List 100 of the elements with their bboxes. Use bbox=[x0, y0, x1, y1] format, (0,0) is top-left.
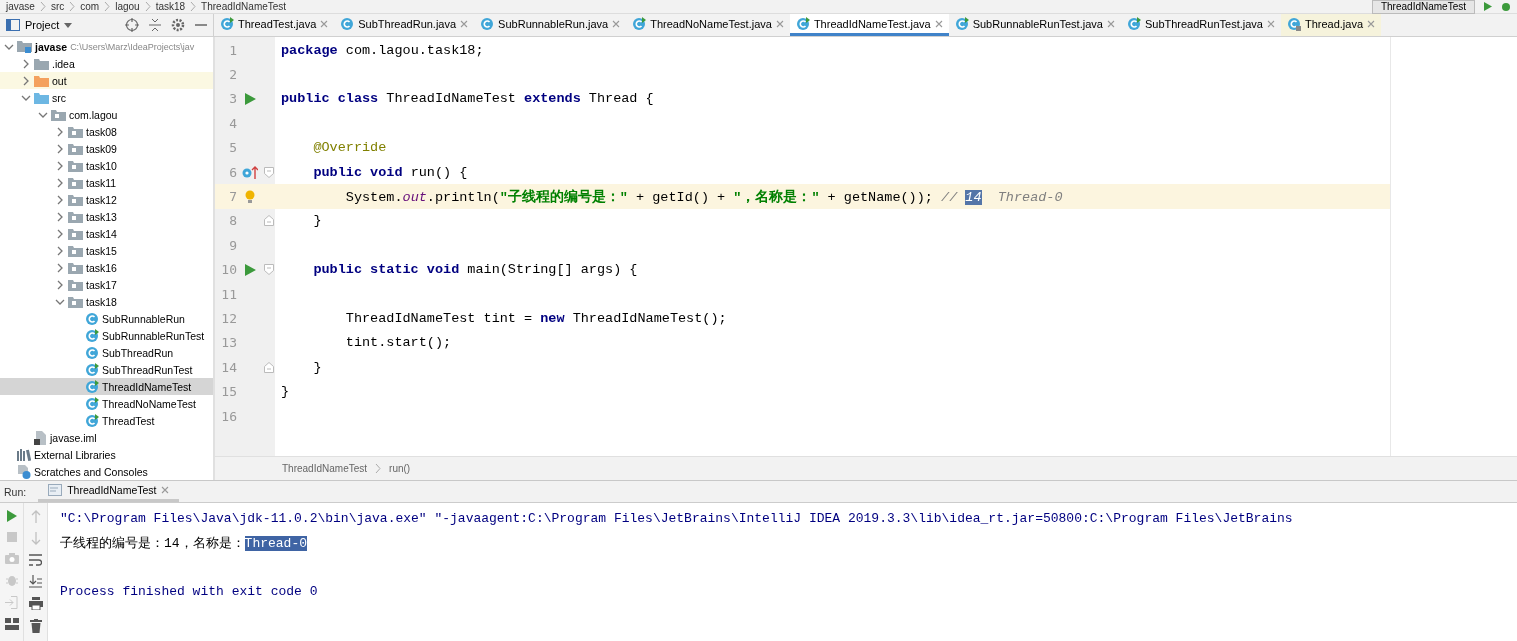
folder-icon bbox=[34, 74, 49, 87]
line-number: 12 bbox=[220, 311, 237, 326]
tree-item[interactable]: task14 bbox=[0, 225, 213, 242]
editor-tab[interactable]: SubThreadRun.java bbox=[334, 14, 475, 36]
breadcrumb-item[interactable]: ThreadIdNameTest bbox=[201, 0, 287, 13]
target-icon[interactable] bbox=[125, 18, 139, 32]
package-icon bbox=[68, 261, 83, 274]
close-icon[interactable] bbox=[320, 19, 329, 28]
editor-tab[interactable]: Thread.java bbox=[1280, 14, 1382, 36]
tree-item[interactable]: out bbox=[0, 72, 213, 89]
debug-icon[interactable] bbox=[1501, 2, 1511, 11]
close-icon[interactable] bbox=[161, 486, 170, 494]
editor-tab[interactable]: ThreadNoNameTest.java bbox=[626, 14, 790, 36]
tree-item[interactable]: Scratches and Consoles bbox=[0, 463, 213, 480]
down-arrow-icon[interactable] bbox=[30, 532, 41, 545]
package-icon bbox=[68, 278, 83, 291]
panel-icon bbox=[6, 19, 20, 31]
editor-tab[interactable]: SubRunnableRun.java bbox=[474, 14, 627, 36]
bulb-icon[interactable] bbox=[245, 189, 255, 204]
tree-item[interactable]: ThreadNoNameTest bbox=[0, 395, 213, 412]
tree-item[interactable]: task15 bbox=[0, 242, 213, 259]
trash-icon[interactable] bbox=[29, 619, 42, 633]
close-icon[interactable] bbox=[460, 19, 469, 28]
print-icon[interactable] bbox=[28, 597, 43, 610]
package-icon bbox=[68, 210, 83, 223]
separator-icon bbox=[375, 464, 382, 473]
run-icon[interactable] bbox=[244, 263, 256, 276]
separator-icon bbox=[69, 2, 76, 11]
fold-icon[interactable] bbox=[264, 166, 274, 178]
runnable-class-icon bbox=[85, 379, 99, 394]
tree-item[interactable]: task13 bbox=[0, 208, 213, 225]
run-tab[interactable]: ThreadIdNameTest bbox=[38, 481, 180, 502]
override-icon[interactable] bbox=[242, 165, 258, 180]
close-icon[interactable] bbox=[612, 19, 621, 28]
breadcrumb-item[interactable]: com bbox=[80, 0, 100, 13]
breadcrumb-item[interactable]: task18 bbox=[155, 0, 186, 13]
rerun-icon[interactable] bbox=[5, 510, 18, 522]
tree-item[interactable]: SubThreadRunTest bbox=[0, 361, 213, 378]
tree-item[interactable]: task16 bbox=[0, 259, 213, 276]
tree-item[interactable]: task08 bbox=[0, 123, 213, 140]
tree-item[interactable]: .idea bbox=[0, 55, 213, 72]
tree-item[interactable]: task18 bbox=[0, 293, 213, 310]
tree-item[interactable]: task17 bbox=[0, 276, 213, 293]
editor-tab[interactable]: SubRunnableRunTest.java bbox=[948, 14, 1121, 36]
line-number: 16 bbox=[220, 408, 237, 424]
tree-item[interactable]: SubRunnableRunTest bbox=[0, 327, 213, 344]
run-icon[interactable] bbox=[244, 92, 256, 105]
tree-item[interactable]: task09 bbox=[0, 140, 213, 157]
run-icon[interactable] bbox=[1483, 2, 1493, 11]
camera-icon[interactable] bbox=[4, 552, 19, 564]
editor-tab[interactable]: ThreadTest.java bbox=[214, 14, 335, 36]
console-line: Process finished with exit code 0 bbox=[60, 583, 318, 599]
tree-item[interactable]: task10 bbox=[0, 157, 213, 174]
runnable-class-icon bbox=[1126, 16, 1141, 31]
breadcrumb-item[interactable]: lagou bbox=[115, 0, 140, 13]
fold-icon[interactable] bbox=[264, 215, 274, 227]
tree-item[interactable]: com.lagou bbox=[0, 106, 213, 123]
layout-icon[interactable] bbox=[4, 618, 19, 630]
breadcrumb-item[interactable]: ThreadIdNameTest bbox=[282, 463, 368, 474]
fold-icon[interactable] bbox=[264, 264, 274, 276]
tree-item[interactable]: ThreadTest bbox=[0, 412, 213, 429]
package-icon bbox=[68, 142, 83, 155]
settings-icon[interactable] bbox=[171, 18, 185, 32]
close-icon[interactable] bbox=[1367, 19, 1376, 28]
runnable-class-icon bbox=[85, 413, 99, 428]
tree-item[interactable]: task12 bbox=[0, 191, 213, 208]
close-icon[interactable] bbox=[1266, 19, 1275, 28]
breadcrumb-item[interactable]: src bbox=[50, 0, 65, 13]
collapse-icon[interactable] bbox=[149, 18, 161, 32]
editor-tab[interactable]: ThreadIdNameTest.java bbox=[789, 14, 949, 36]
project-view-dropdown[interactable]: Project bbox=[6, 19, 73, 31]
tree-item[interactable]: ThreadIdNameTest bbox=[0, 378, 213, 395]
editor-tab[interactable]: SubThreadRunTest.java bbox=[1120, 14, 1281, 36]
close-icon[interactable] bbox=[775, 19, 784, 28]
tree-item[interactable]: src bbox=[0, 89, 213, 106]
close-icon[interactable] bbox=[934, 19, 943, 28]
close-icon[interactable] bbox=[1106, 19, 1115, 28]
code-line: } bbox=[312, 359, 322, 375]
tree-item[interactable]: External Libraries bbox=[0, 446, 213, 463]
runnable-class-icon bbox=[795, 16, 810, 31]
code-line: } bbox=[312, 213, 322, 229]
console-line: "C:\Program Files\Java\jdk-11.0.2\bin\java.exe" "-javaagent:C:\Program Files\JetBrains\IntelliJ IDEA 2019.3.3\lib\idea_rt.jar=50800:C:\Program Files\JetBrains bbox=[60, 510, 1293, 526]
runnable-class-icon bbox=[632, 16, 647, 31]
fold-icon[interactable] bbox=[264, 361, 274, 373]
package-icon bbox=[68, 193, 83, 206]
tree-item[interactable]: javase.iml bbox=[0, 429, 213, 446]
tree-item[interactable]: task11 bbox=[0, 174, 213, 191]
tree-item[interactable]: SubThreadRun bbox=[0, 344, 213, 361]
file-icon bbox=[34, 430, 47, 445]
soft-wrap-icon[interactable] bbox=[29, 554, 42, 566]
line-number: 13 bbox=[220, 335, 237, 351]
run-configuration-dropdown[interactable]: ThreadIdNameTest bbox=[1371, 0, 1475, 14]
up-arrow-icon[interactable] bbox=[30, 510, 41, 523]
scroll-to-end-icon[interactable] bbox=[29, 575, 42, 588]
breadcrumb-item[interactable]: run() bbox=[389, 463, 411, 474]
class-icon bbox=[85, 345, 99, 360]
tree-item[interactable]: javase C:\Users\Marz\IdeaProjects\jav bbox=[0, 38, 213, 55]
tree-item[interactable]: SubRunnableRun bbox=[0, 310, 213, 327]
breadcrumb-item[interactable]: javase bbox=[6, 0, 35, 13]
separator-icon bbox=[104, 2, 111, 11]
